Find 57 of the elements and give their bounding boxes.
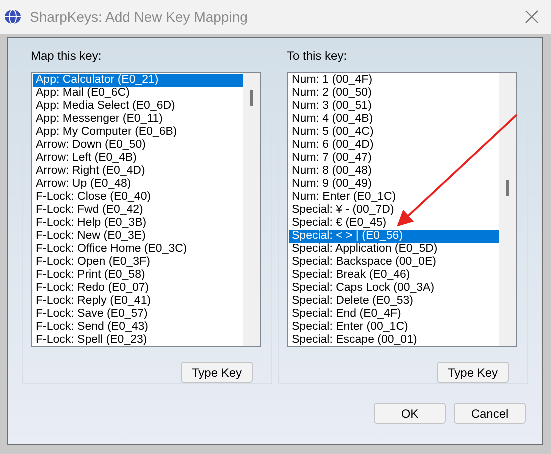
list-item[interactable]: Special: Backspace (00_0E) bbox=[289, 256, 499, 269]
key-list[interactable] bbox=[287, 72, 517, 347]
list-item[interactable]: Num: 5 (00_4C) bbox=[289, 126, 499, 139]
list-item[interactable]: Num: 4 (00_4B) bbox=[289, 113, 499, 126]
group-label: To this key: bbox=[287, 49, 348, 63]
scrollbar-thumb[interactable] bbox=[506, 180, 509, 196]
list-item[interactable]: F-Lock: Send (E0_43) bbox=[33, 321, 243, 334]
type-key-button[interactable]: Type Key bbox=[437, 362, 509, 383]
list-item[interactable]: F-Lock: Save (E0_57) bbox=[33, 308, 243, 321]
list-item[interactable]: Num: 6 (00_4D) bbox=[289, 139, 499, 152]
list-item[interactable]: Num: 8 (00_48) bbox=[289, 165, 499, 178]
list-item[interactable]: Num: Enter (E0_1C) bbox=[289, 191, 499, 204]
group-label: Map this key: bbox=[31, 49, 102, 63]
list-item[interactable]: Num: 7 (00_47) bbox=[289, 152, 499, 165]
list-item[interactable]: App: Calculator (E0_21) bbox=[33, 74, 243, 87]
list-item[interactable]: Arrow: Up (E0_48) bbox=[33, 178, 243, 191]
list-item[interactable]: F-Lock: Reply (E0_41) bbox=[33, 295, 243, 308]
scrollbar[interactable] bbox=[243, 73, 260, 346]
list-item[interactable]: Arrow: Right (E0_4D) bbox=[33, 165, 243, 178]
cancel-button[interactable]: Cancel bbox=[454, 403, 526, 424]
globe-keyboard-icon bbox=[4, 9, 22, 25]
list-item[interactable]: Num: 1 (00_4F) bbox=[289, 74, 499, 87]
list-item[interactable]: Special: Application (E0_5D) bbox=[289, 243, 499, 256]
scrollbar-thumb[interactable] bbox=[250, 90, 253, 106]
list-item[interactable]: Arrow: Down (E0_50) bbox=[33, 139, 243, 152]
close-icon[interactable] bbox=[525, 10, 539, 24]
scrollbar[interactable] bbox=[499, 73, 516, 346]
list-item[interactable]: Special: ¥ - (00_7D) bbox=[289, 204, 499, 217]
list-item[interactable]: App: Media Select (E0_6D) bbox=[33, 100, 243, 113]
list-item[interactable]: App: My Computer (E0_6B) bbox=[33, 126, 243, 139]
list-item[interactable]: F-Lock: New (E0_3E) bbox=[33, 230, 243, 243]
list-item[interactable]: Special: < > | (E0_56) bbox=[289, 230, 499, 243]
list-item[interactable]: F-Lock: Spell (E0_23) bbox=[33, 334, 243, 346]
ok-button[interactable]: OK bbox=[374, 403, 446, 424]
list-item[interactable]: Special: Caps Lock (00_3A) bbox=[289, 282, 499, 295]
list-item[interactable]: F-Lock: Office Home (E0_3C) bbox=[33, 243, 243, 256]
type-key-button[interactable]: Type Key bbox=[181, 362, 253, 383]
list-item[interactable]: Num: 9 (00_49) bbox=[289, 178, 499, 191]
key-list[interactable] bbox=[31, 72, 261, 347]
list-item[interactable]: Special: € (E0_45) bbox=[289, 217, 499, 230]
list-item[interactable]: F-Lock: Redo (E0_07) bbox=[33, 282, 243, 295]
list-item[interactable]: Num: 3 (00_51) bbox=[289, 100, 499, 113]
list-item[interactable]: Special: End (E0_4F) bbox=[289, 308, 499, 321]
list-item[interactable]: F-Lock: Help (E0_3B) bbox=[33, 217, 243, 230]
list-item[interactable]: F-Lock: Open (E0_3F) bbox=[33, 256, 243, 269]
list-item[interactable]: Special: Break (E0_46) bbox=[289, 269, 499, 282]
list-item[interactable]: F-Lock: Fwd (E0_42) bbox=[33, 204, 243, 217]
list-item[interactable]: F-Lock: Print (E0_58) bbox=[33, 269, 243, 282]
list-item[interactable]: Arrow: Left (E0_4B) bbox=[33, 152, 243, 165]
list-item[interactable]: Special: Escape (00_01) bbox=[289, 334, 499, 346]
list-item[interactable]: Special: Enter (00_1C) bbox=[289, 321, 499, 334]
list-item[interactable]: App: Mail (E0_6C) bbox=[33, 87, 243, 100]
list-item[interactable]: F-Lock: Close (E0_40) bbox=[33, 191, 243, 204]
list-item[interactable]: Special: Delete (E0_53) bbox=[289, 295, 499, 308]
list-item[interactable]: App: Messenger (E0_11) bbox=[33, 113, 243, 126]
window-title: SharpKeys: Add New Key Mapping bbox=[30, 9, 249, 25]
list-item[interactable]: Num: 2 (00_50) bbox=[289, 87, 499, 100]
